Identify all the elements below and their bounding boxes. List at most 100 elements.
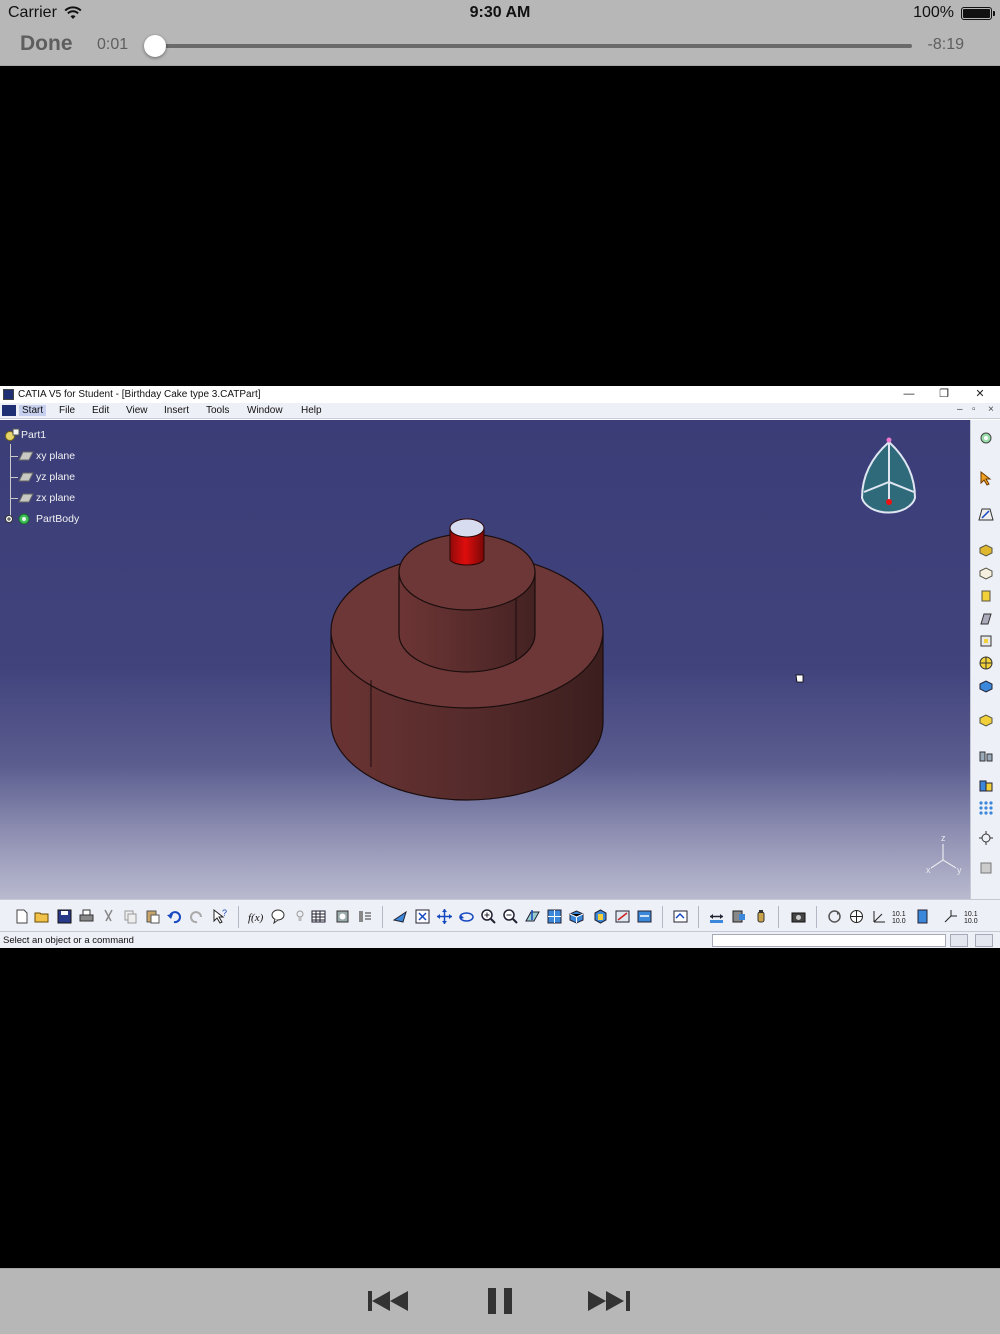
sketcher-gear-icon[interactable]	[978, 430, 994, 446]
3d-viewport[interactable]: Part1 xy plane yz plane zx plane PartBod…	[0, 420, 970, 899]
status-line: Select an object or a command	[0, 931, 1000, 948]
video-player-top-bar: Carrier 9:30 AM 100% Done 0:01 -8:19	[0, 0, 1000, 66]
fillet-icon[interactable]	[978, 633, 994, 649]
menu-edit[interactable]: Edit	[92, 405, 109, 416]
axis-triad-icon	[930, 844, 957, 869]
zoom-in-icon[interactable]	[480, 908, 497, 925]
grid-snap-icon[interactable]: 10.110.0	[892, 908, 909, 925]
done-button[interactable]: Done	[20, 32, 73, 56]
battery-percent: 100%	[913, 4, 954, 21]
catia-menu-logo-icon	[2, 405, 16, 416]
whats-this-help-icon[interactable]: ?	[212, 908, 229, 925]
knowledge-comment-icon[interactable]	[270, 908, 287, 925]
previous-track-icon[interactable]	[368, 1287, 412, 1315]
command-button-2[interactable]	[975, 934, 993, 947]
save-icon[interactable]	[56, 908, 73, 925]
axis-system-icon[interactable]	[870, 908, 887, 925]
swap-visible-space-icon[interactable]	[636, 908, 653, 925]
svg-text:10.1: 10.1	[892, 911, 906, 918]
video-frame[interactable]: CATIA V5 for Student - [Birthday Cake ty…	[0, 386, 1000, 948]
scrubber-row: Done 0:01 -8:19	[0, 28, 1000, 66]
copy-icon[interactable]	[122, 908, 139, 925]
zoom-out-icon[interactable]	[502, 908, 519, 925]
formula-icon[interactable]: f(x)	[248, 908, 265, 925]
doc-restore-icon[interactable]: ▫	[972, 404, 976, 415]
fit-all-in-icon[interactable]	[414, 908, 431, 925]
close-icon[interactable]: ✕	[963, 386, 997, 403]
tolerance-icon[interactable]	[356, 908, 373, 925]
constraint-axis-icon[interactable]	[942, 908, 959, 925]
sketch-icon[interactable]	[978, 506, 994, 522]
new-document-icon[interactable]	[13, 908, 30, 925]
hole-icon[interactable]	[978, 655, 994, 671]
cut-icon[interactable]	[100, 908, 117, 925]
next-track-icon[interactable]	[588, 1287, 632, 1315]
menu-file[interactable]: File	[59, 405, 75, 416]
restore-icon[interactable]: ❐	[927, 386, 961, 403]
paste-icon[interactable]	[144, 908, 161, 925]
fly-mode-icon[interactable]	[392, 908, 409, 925]
undo-icon[interactable]	[166, 908, 183, 925]
hide-show-icon[interactable]	[614, 908, 631, 925]
menu-tools[interactable]: Tools	[206, 405, 229, 416]
normal-view-icon[interactable]	[524, 908, 541, 925]
cycle-icon[interactable]	[826, 908, 843, 925]
doc-minimize-icon[interactable]: –	[957, 404, 963, 415]
command-button-1[interactable]	[950, 934, 968, 947]
rib-icon[interactable]	[978, 611, 994, 627]
pan-icon[interactable]	[436, 908, 453, 925]
draft-icon[interactable]	[978, 678, 994, 694]
shading-icon[interactable]	[592, 908, 609, 925]
scrubber-thumb[interactable]	[143, 35, 166, 57]
axis-y-label: y	[957, 865, 962, 875]
pad-icon[interactable]	[978, 542, 994, 558]
shaft-icon[interactable]	[978, 588, 994, 604]
pocket-icon[interactable]	[978, 565, 994, 581]
command-input[interactable]	[712, 934, 946, 947]
select-arrow-icon[interactable]	[978, 470, 994, 486]
multi-view-icon[interactable]	[546, 908, 563, 925]
hand-cursor-icon	[795, 674, 804, 683]
constraint-icon[interactable]	[978, 748, 994, 764]
menu-start[interactable]: Start	[19, 405, 47, 416]
measure-inertia-icon[interactable]	[752, 908, 769, 925]
menu-bar: Start File Edit View Insert Tools Window…	[0, 403, 1000, 419]
measure-icon[interactable]	[978, 830, 994, 846]
playback-controls	[0, 1268, 1000, 1334]
light-bulb-icon[interactable]	[292, 908, 309, 925]
svg-text:10.0: 10.0	[964, 918, 978, 925]
reference-icon[interactable]	[914, 908, 931, 925]
apply-material-icon[interactable]	[978, 860, 994, 876]
pause-icon[interactable]	[486, 1287, 514, 1315]
menu-window[interactable]: Window	[247, 405, 283, 416]
iso-view-icon[interactable]	[568, 908, 585, 925]
measure-item-icon[interactable]	[730, 908, 747, 925]
pattern-icon[interactable]	[978, 800, 994, 816]
minimize-icon[interactable]: —	[892, 386, 926, 403]
transform-icon[interactable]	[978, 712, 994, 728]
window-title-bar: CATIA V5 for Student - [Birthday Cake ty…	[0, 386, 1000, 403]
doc-close-icon[interactable]: ×	[988, 404, 994, 415]
menu-help[interactable]: Help	[301, 405, 322, 416]
capture-camera-icon[interactable]	[790, 908, 807, 925]
menu-insert[interactable]: Insert	[164, 405, 189, 416]
sphere-icon[interactable]	[848, 908, 865, 925]
battery-icon	[961, 7, 995, 20]
bottom-toolbar: ? f(x) 10.1 10.0 10.1 10.0	[0, 899, 1000, 931]
rotate-icon[interactable]	[458, 908, 475, 925]
menu-view[interactable]: View	[126, 405, 148, 416]
remaining-time: -8:19	[927, 36, 964, 53]
open-folder-icon[interactable]	[34, 908, 51, 925]
status-prompt: Select an object or a command	[3, 935, 134, 946]
cake-model[interactable]: z x y	[0, 420, 970, 899]
table-icon[interactable]	[310, 908, 327, 925]
update-icon[interactable]	[672, 908, 689, 925]
dimension-icon[interactable]: 10.110.0	[964, 908, 981, 925]
progress-track[interactable]	[152, 44, 912, 48]
redo-icon[interactable]	[188, 908, 205, 925]
measure-between-icon[interactable]	[708, 908, 725, 925]
boolean-icon[interactable]	[978, 778, 994, 794]
axis-z-label: z	[941, 833, 946, 843]
catalog-icon[interactable]	[334, 908, 351, 925]
print-icon[interactable]	[78, 908, 95, 925]
